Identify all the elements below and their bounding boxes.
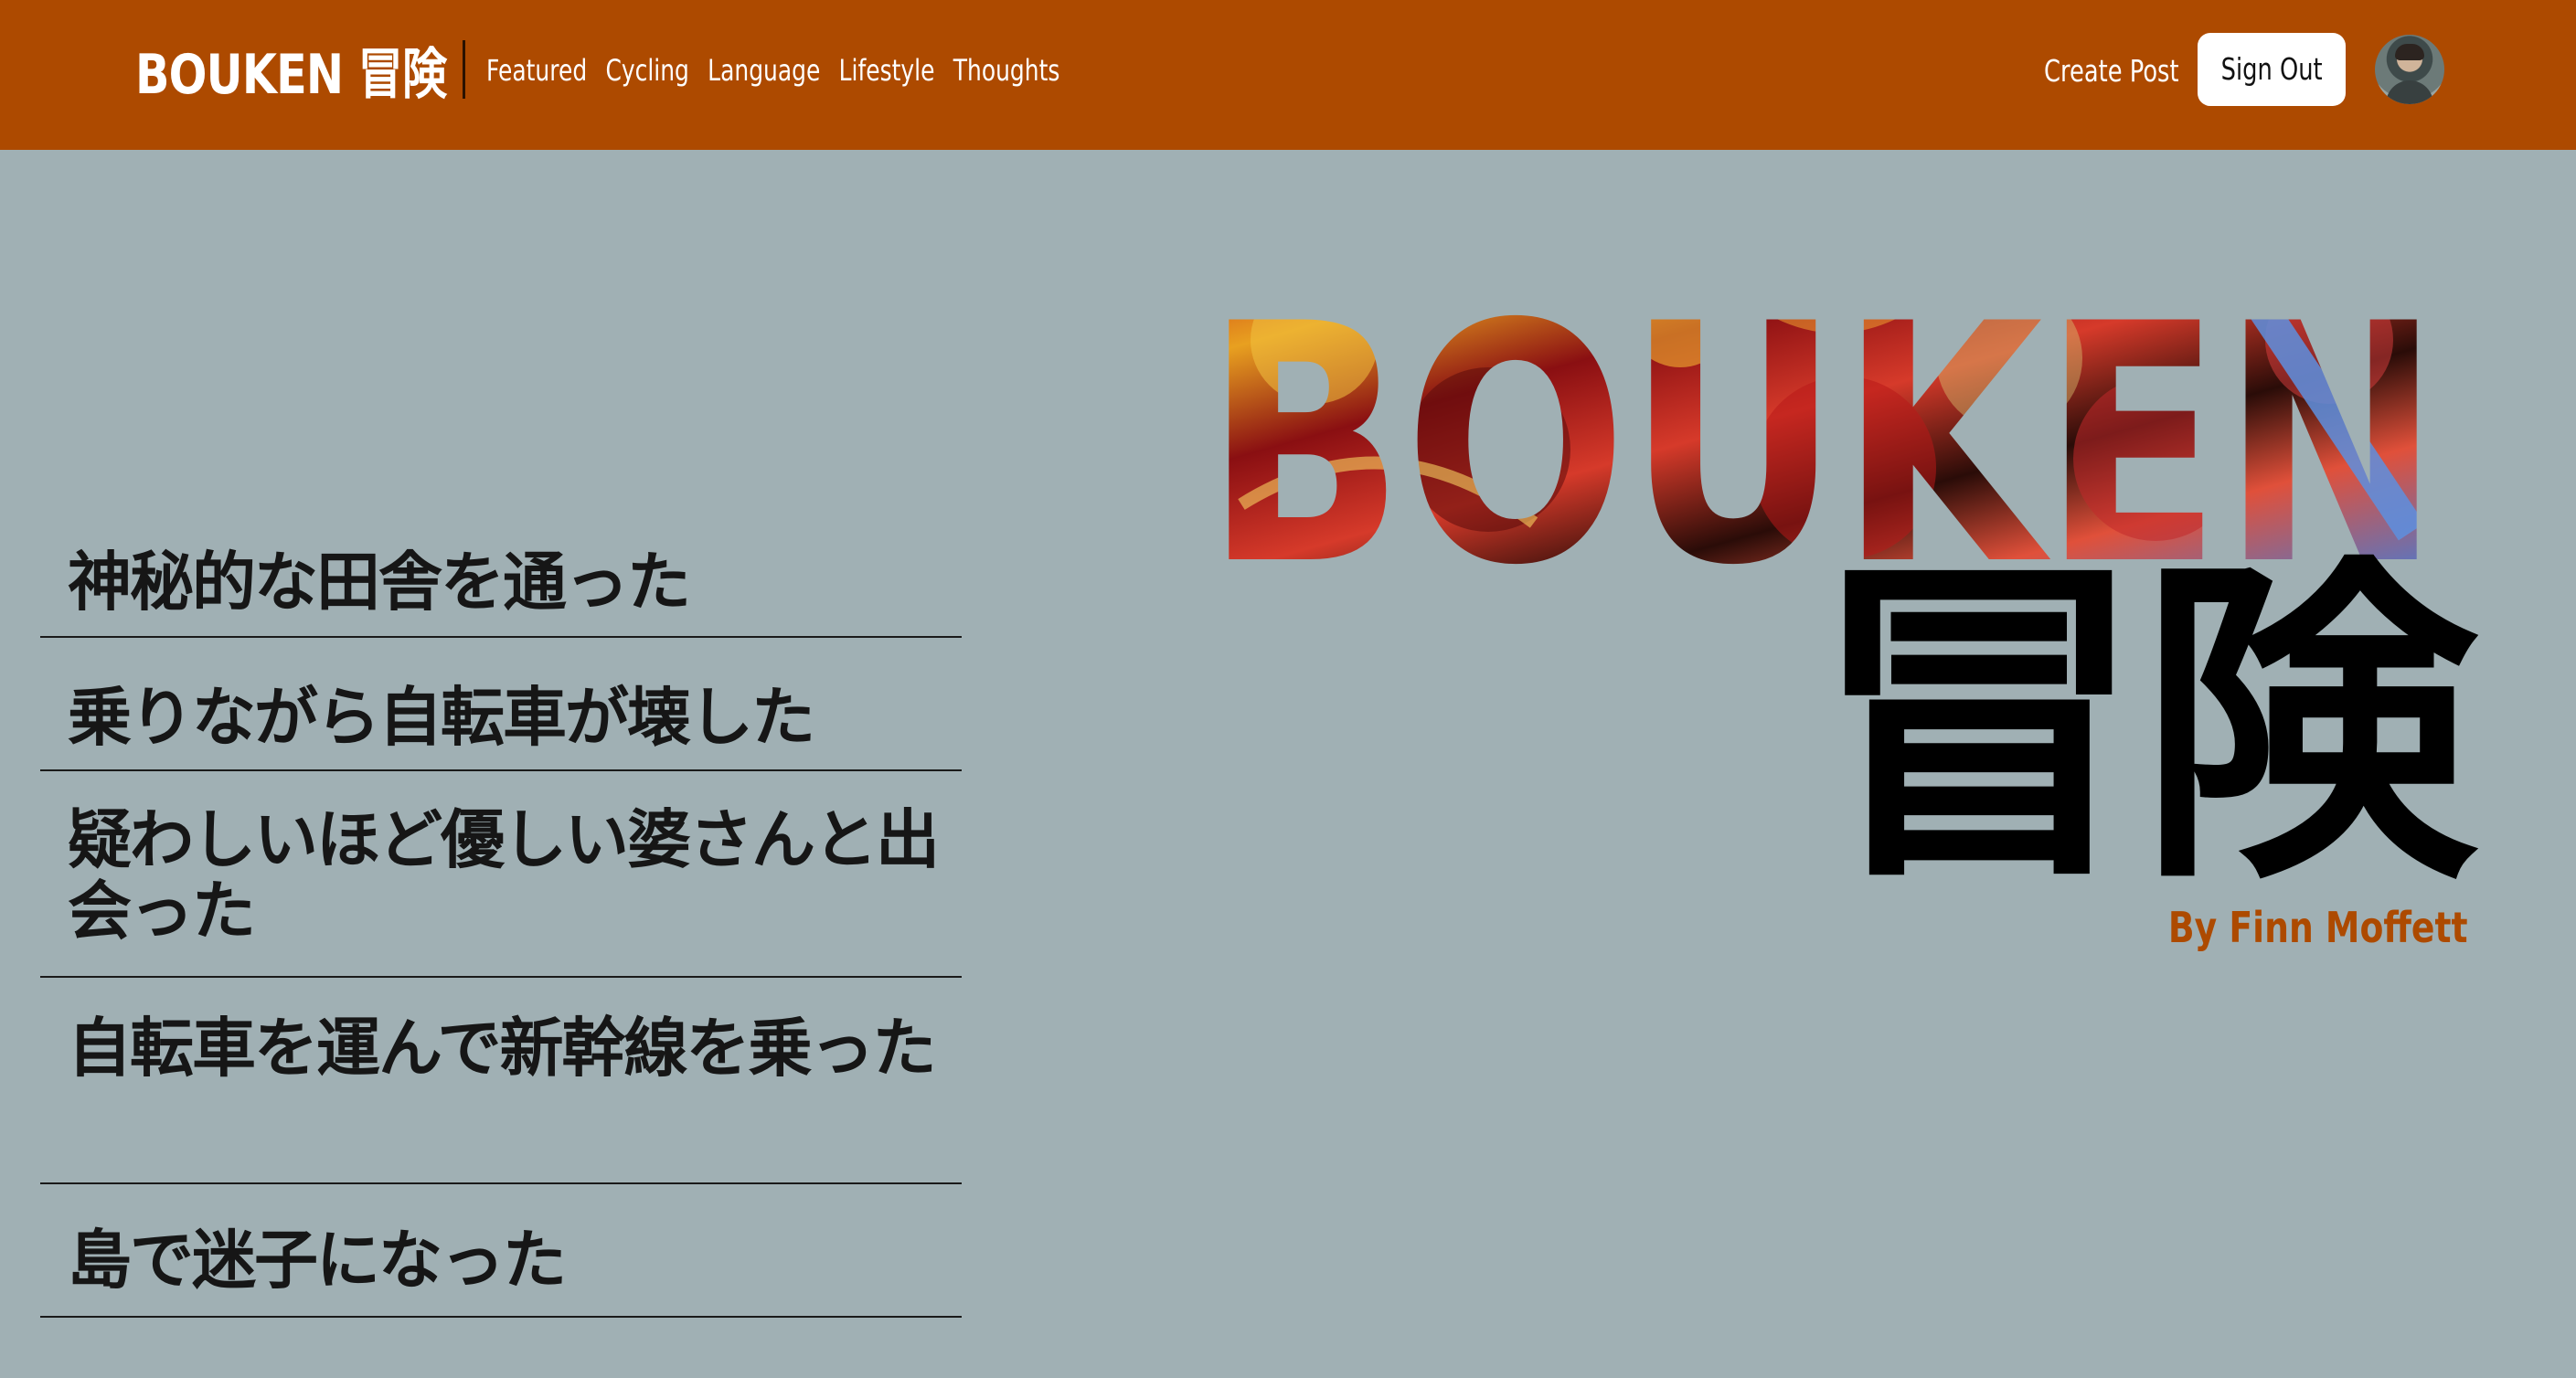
post-list: 神秘的な田舎を通った 乗りながら自転車が壊した 疑わしいほど優しい婆さんと出会っ… xyxy=(40,512,962,1318)
nav-thoughts[interactable]: Thoughts xyxy=(953,53,1060,88)
post-item[interactable]: 神秘的な田舎を通った xyxy=(40,512,962,638)
brand-divider xyxy=(463,40,465,99)
nav-cycling[interactable]: Cycling xyxy=(605,53,688,88)
byline-text: By Finn Moffett xyxy=(2167,903,2468,952)
hero-byline: By Finn Moffett xyxy=(2102,896,2468,959)
hero-title-text: BOUKEN xyxy=(1205,254,2441,578)
post-item[interactable]: 疑わしいほど優しい婆さんと出会った xyxy=(40,771,962,978)
post-title: 神秘的な田舎を通った xyxy=(68,545,691,620)
hero-title-svg: BOUKEN xyxy=(1205,254,2441,578)
sign-out-button[interactable]: Sign Out xyxy=(2198,33,2346,106)
hero-kanji: 冒険 xyxy=(1810,531,2477,924)
post-item[interactable]: 自転車を運んで新幹線を乗った xyxy=(40,978,962,1184)
post-title: 乗りながら自転車が壊した xyxy=(68,680,815,755)
category-nav: Featured Cycling Language Lifestyle Thou… xyxy=(486,42,1059,99)
post-title: 疑わしいほど優しい婆さんと出会った xyxy=(68,802,940,949)
sign-out-label: Sign Out xyxy=(2220,51,2323,87)
user-avatar[interactable] xyxy=(2375,35,2444,104)
post-title: 自転車を運んで新幹線を乗った xyxy=(68,1011,937,1086)
brand-logo[interactable]: BOUKEN 冒険 xyxy=(135,33,447,117)
hero-title-image-text: BOUKEN xyxy=(1205,230,2441,578)
nav-lifestyle[interactable]: Lifestyle xyxy=(839,53,935,88)
post-item[interactable]: 乗りながら自転車が壊した xyxy=(40,638,962,771)
post-title: 島で迷子になった xyxy=(68,1223,567,1298)
nav-language[interactable]: Language xyxy=(708,53,820,88)
post-item[interactable]: 島で迷子になった xyxy=(40,1184,962,1318)
create-post-link[interactable]: Create Post xyxy=(2044,46,2179,97)
nav-featured[interactable]: Featured xyxy=(486,53,587,88)
top-nav-bar: BOUKEN 冒険 Featured Cycling Language Life… xyxy=(0,0,2576,150)
